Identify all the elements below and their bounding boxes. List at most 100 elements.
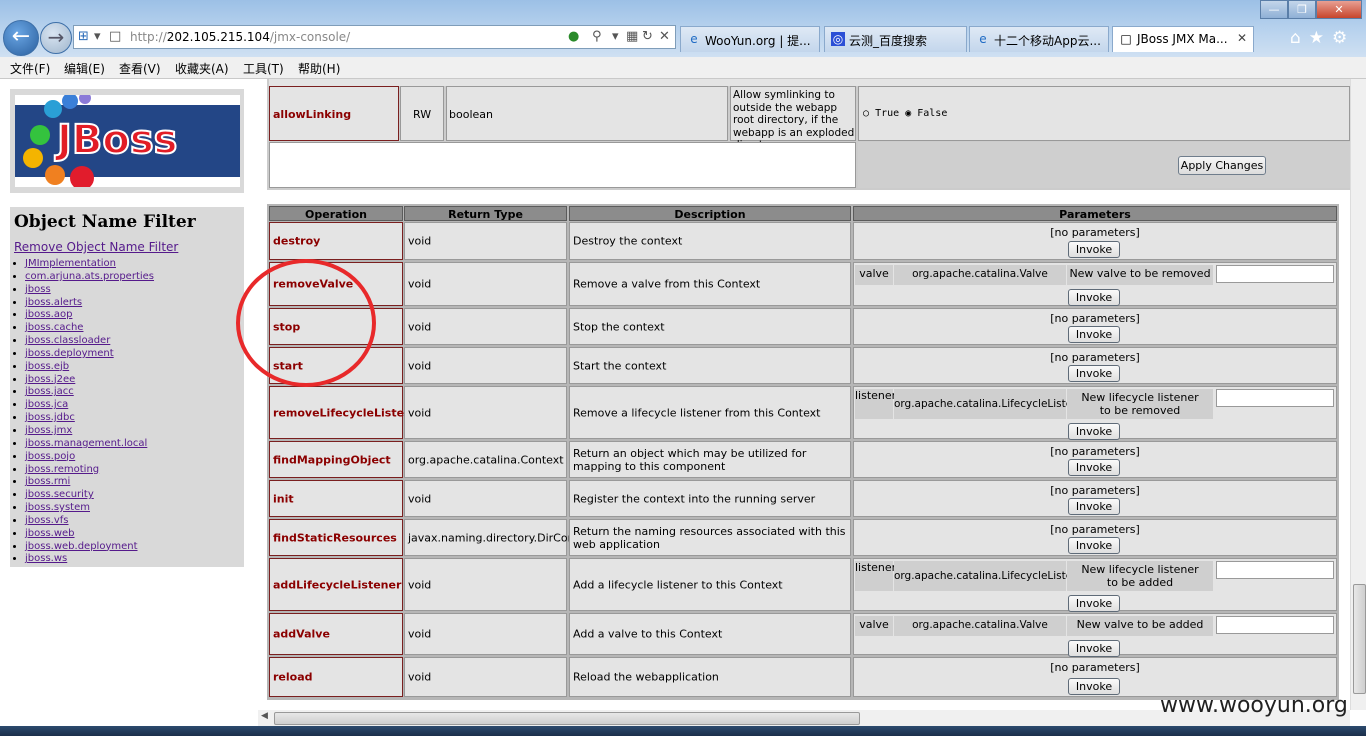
plugin-icon[interactable]: ● (568, 29, 579, 44)
domain-link[interactable]: jboss.rmi (25, 476, 70, 487)
domain-link[interactable]: jboss.ws (25, 553, 67, 564)
maximize-button[interactable]: ❐ (1288, 0, 1316, 19)
domain-list-item: jboss.remoting (25, 464, 154, 477)
domain-link[interactable]: jboss.vfs (25, 515, 69, 526)
parameters-cell: [no parameters] Invoke (853, 222, 1337, 260)
invoke-button[interactable]: Invoke (1068, 326, 1120, 343)
apply-changes-button[interactable]: Apply Changes (1178, 156, 1266, 175)
svg-text:JBoss: JBoss (54, 117, 177, 163)
tab-baidu[interactable]: ◎ 云测_百度搜索 (824, 26, 967, 52)
home-icon[interactable]: ⌂ (1290, 28, 1309, 48)
scroll-left-arrow-icon[interactable]: ◀ (261, 711, 268, 721)
domain-link[interactable]: jboss.system (25, 502, 90, 513)
domain-link[interactable]: jboss.jdbc (25, 412, 75, 423)
no-parameters-label: [no parameters] (1050, 523, 1140, 536)
dropdown-arrow-icon[interactable]: ▾ (612, 29, 619, 44)
domain-link[interactable]: com.arjuna.ats.properties (25, 271, 154, 282)
operation-name: addLifecycleListener (273, 578, 402, 591)
browser-tools: ⌂★⚙ (1290, 28, 1355, 48)
domain-link[interactable]: jboss.pojo (25, 451, 75, 462)
invoke-button[interactable]: Invoke (1068, 241, 1120, 258)
menu-tools[interactable]: 工具(T) (243, 60, 284, 77)
minimize-button[interactable]: — (1260, 0, 1288, 19)
domain-link[interactable]: jboss.j2ee (25, 374, 75, 385)
vertical-scroll-thumb[interactable] (1353, 584, 1366, 694)
tab-mobile-app[interactable]: e 十二个移动App云... (969, 26, 1109, 52)
invoke-button[interactable]: Invoke (1068, 678, 1120, 695)
jboss-logo[interactable]: JBoss (15, 92, 240, 190)
attr-name-cell: allowLinking (269, 86, 399, 141)
tab-wooyun[interactable]: e WooYun.org | 提... (680, 26, 820, 52)
domain-link[interactable]: jboss.aop (25, 309, 72, 320)
domain-link[interactable]: jboss.web (25, 528, 75, 539)
menu-file[interactable]: 文件(F) (10, 60, 50, 77)
close-tab-icon[interactable]: ✕ (1237, 31, 1247, 45)
attr-type-cell: boolean (446, 86, 728, 141)
invoke-button[interactable]: Invoke (1068, 640, 1120, 657)
vertical-scrollbar[interactable] (1350, 79, 1366, 710)
address-bar[interactable]: ⊞ ▾ □ http://202.105.215.104/jmx-console… (73, 25, 676, 49)
invoke-button[interactable]: Invoke (1068, 423, 1120, 440)
address-url: http://202.105.215.104/jmx-console/ (130, 30, 351, 44)
return-type: void (408, 406, 432, 419)
menu-favorites[interactable]: 收藏夹(A) (175, 60, 229, 77)
invoke-button[interactable]: Invoke (1068, 537, 1120, 554)
radio-true[interactable]: ○ (863, 108, 869, 119)
operation-description: Stop the context (573, 320, 665, 333)
domain-list-item: jboss.ejb (25, 361, 154, 374)
domain-link[interactable]: jboss.remoting (25, 464, 99, 475)
param-value-input[interactable] (1216, 265, 1334, 283)
domain-link[interactable]: jboss.alerts (25, 297, 82, 308)
close-window-button[interactable]: ✕ (1316, 0, 1362, 19)
dropdown-arrow-icon[interactable]: ▾ (94, 29, 101, 44)
domain-link[interactable]: jboss.classloader (25, 335, 110, 346)
tab-jboss[interactable]: □ JBoss JMX Ma... ✕ (1112, 26, 1254, 52)
domain-list-item: jboss.aop (25, 309, 154, 322)
compat-icon[interactable]: ▦ (626, 29, 638, 44)
domain-link[interactable]: jboss.management.local (25, 438, 147, 449)
domain-link[interactable]: jboss.deployment (25, 348, 114, 359)
stop-icon[interactable]: ✕ (659, 29, 670, 44)
invoke-button[interactable]: Invoke (1068, 289, 1120, 306)
search-icon[interactable]: ⚲ (592, 29, 602, 44)
domain-link[interactable]: jboss.jca (25, 399, 68, 410)
domain-link[interactable]: JMImplementation (25, 258, 116, 269)
menu-help[interactable]: 帮助(H) (298, 60, 340, 77)
baidu-icon: ◎ (831, 32, 845, 46)
horizontal-scroll-thumb[interactable] (274, 712, 860, 725)
compat-view-icon[interactable]: ⊞ (78, 29, 89, 44)
operation-row-removeLifecycleListener: removeLifecycleListener void Remove a life… (267, 386, 1339, 441)
param-value-input[interactable] (1216, 389, 1334, 407)
return-type-cell: javax.naming.directory.DirContext (404, 519, 596, 556)
favorites-star-icon[interactable]: ★ (1309, 28, 1332, 48)
settings-gear-icon[interactable]: ⚙ (1332, 28, 1355, 48)
operation-name-cell: findMappingObject (269, 441, 403, 478)
attr-access: RW (413, 108, 432, 121)
invoke-button[interactable]: Invoke (1068, 498, 1120, 515)
parameters-cell: [no parameters] Invoke (853, 441, 1337, 478)
radio-false[interactable]: ◉ (905, 108, 911, 119)
invoke-button[interactable]: Invoke (1068, 365, 1120, 382)
domain-link[interactable]: jboss (25, 284, 51, 295)
return-type-cell: void (404, 558, 567, 611)
tab-label: WooYun.org | 提... (705, 34, 811, 48)
menu-edit[interactable]: 编辑(E) (64, 60, 105, 77)
operation-name-cell: findStaticResources (269, 519, 403, 556)
domain-link[interactable]: jboss.ejb (25, 361, 69, 372)
menu-view[interactable]: 查看(V) (119, 60, 161, 77)
refresh-icon[interactable]: ↻ (642, 29, 653, 44)
domain-link[interactable]: jboss.jmx (25, 425, 72, 436)
remove-filter-link[interactable]: Remove Object Name Filter (14, 240, 178, 254)
back-button[interactable]: ← (3, 20, 39, 56)
domain-link[interactable]: jboss.web.deployment (25, 541, 138, 552)
domain-link[interactable]: jboss.cache (25, 322, 83, 333)
domain-link[interactable]: jboss.security (25, 489, 94, 500)
invoke-button[interactable]: Invoke (1068, 459, 1120, 476)
invoke-button[interactable]: Invoke (1068, 595, 1120, 612)
param-value-input[interactable] (1216, 561, 1334, 579)
forward-button[interactable]: → (40, 22, 72, 54)
param-value-input[interactable] (1216, 616, 1334, 634)
attr-access-cell: RW (400, 86, 444, 141)
windows-taskbar (0, 726, 1366, 736)
domain-link[interactable]: jboss.jacc (25, 386, 74, 397)
